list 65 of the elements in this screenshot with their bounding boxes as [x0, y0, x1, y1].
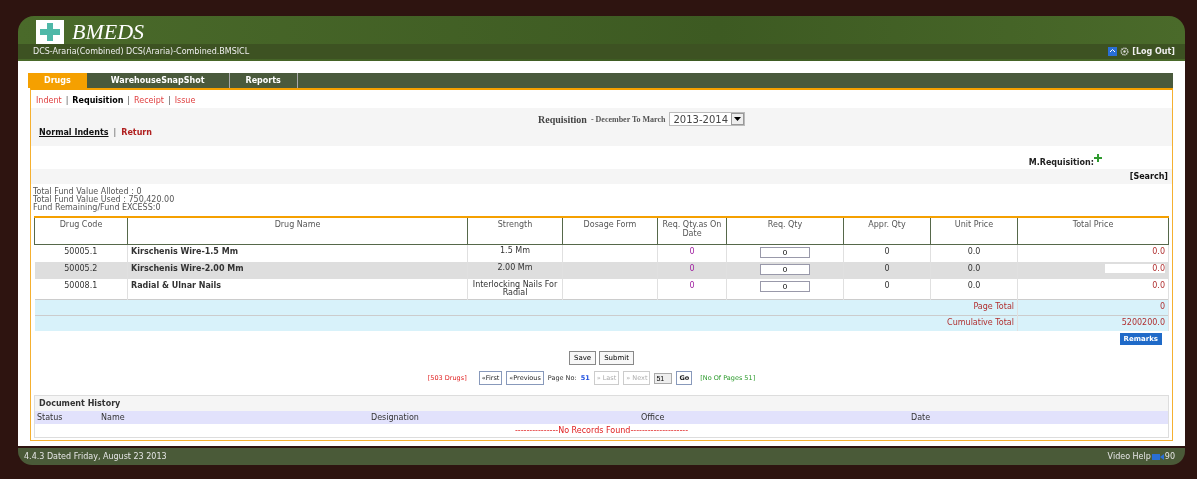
fund-summary-line: Total Fund Value Alloted : 0 — [33, 188, 142, 196]
separator: | — [65, 96, 69, 105]
total-label: Cumulative Total — [34, 315, 1018, 331]
subnav-link[interactable]: Requisition — [72, 96, 124, 105]
app-name: BMEDS — [72, 19, 145, 45]
column-header: Designation — [371, 413, 420, 422]
column-header: Req. Qty.as On Date — [657, 217, 727, 245]
separator: | — [167, 96, 171, 105]
total-price-value: 0.0 — [1105, 264, 1165, 273]
separator: | — [113, 128, 117, 137]
table-cell: Kirschenis Wire-2.00 Mm — [127, 262, 468, 279]
logout-link[interactable]: [Log Out] — [1132, 47, 1175, 56]
column-header: Total Price — [1017, 217, 1169, 245]
plus-icon[interactable] — [1094, 154, 1102, 162]
year-dropdown[interactable]: 2013-2014 — [669, 112, 745, 126]
help-count: 90 — [1164, 452, 1175, 461]
cross-logo-icon — [36, 20, 64, 44]
total-label: Page Total — [34, 299, 1018, 316]
indent-type-link[interactable]: Return — [121, 128, 152, 137]
settings-icon[interactable] — [1120, 47, 1130, 56]
column-header: Req. Qty — [726, 217, 844, 245]
subnav-link[interactable]: Issue — [174, 96, 196, 105]
nav-tab[interactable]: WarehouseSnapShot — [86, 73, 230, 88]
location-text: DCS-Araria(Combined) DCS(Araria)-Combined.BMSICL — [33, 47, 250, 56]
search-link[interactable]: [Search] — [1129, 172, 1168, 181]
column-header: Status — [37, 413, 64, 422]
column-header: Appr. Qty — [843, 217, 931, 245]
history-title: Document History — [35, 396, 1168, 411]
period-text: - December To March — [590, 114, 666, 124]
caret-icon — [734, 117, 741, 121]
subnav-link[interactable]: Receipt — [134, 96, 164, 105]
nav-tab[interactable]: Reports — [229, 73, 298, 88]
total-value: 0 — [1017, 299, 1169, 316]
separator: | — [127, 96, 131, 105]
fund-summary-line: Total Fund Value Used : 750,420.00 — [33, 196, 176, 204]
total-value: 5200200.0 — [1017, 315, 1169, 331]
total-price-value: 0.0 — [1152, 281, 1165, 290]
table-cell: 0 — [843, 262, 931, 279]
quantity-field[interactable]: 0 — [760, 281, 810, 292]
column-header: Strength — [467, 217, 563, 245]
subnav-link[interactable]: Indent — [36, 96, 62, 105]
fund-summary-line: Fund Remaining/Fund EXCESS:0 — [33, 204, 161, 212]
total-price-value: 0.0 — [1152, 247, 1165, 256]
column-header: Name — [101, 413, 126, 422]
table-row[interactable]: 50005.2 Kirschenis Wire-2.00 Mm 2.00 Mm 0 0 0 0.0 0.0 — [34, 262, 1169, 279]
column-header: Date — [911, 413, 932, 422]
table-cell: 50005.2 — [34, 262, 128, 279]
video-help-link[interactable]: Video Help — [1107, 452, 1151, 461]
table-cell: 2.00 Mm — [467, 262, 563, 279]
indent-type-link[interactable]: Normal Indents — [39, 128, 109, 137]
home-icon[interactable] — [1108, 47, 1118, 56]
column-header: Drug Name — [127, 217, 468, 245]
quantity-field[interactable]: 0 — [760, 247, 810, 258]
video-camera-icon — [1151, 452, 1164, 461]
column-header: Dosage Form — [562, 217, 658, 245]
quantity-field[interactable]: 0 — [760, 264, 810, 275]
table-cell: 0.0 — [930, 262, 1018, 279]
m-requisition-label: M.Requisition: — [1028, 158, 1094, 167]
column-header: Office — [641, 413, 666, 422]
version-text: 4.4.3 Dated Friday, August 23 2013 — [24, 452, 167, 461]
page-title: Requisition — [538, 113, 587, 125]
table-cell: 0 — [657, 262, 727, 279]
no-records-message: ---------------No Records Found-------------------- — [514, 426, 689, 435]
column-header: Drug Code — [34, 217, 128, 245]
column-header: Unit Price — [930, 217, 1018, 245]
